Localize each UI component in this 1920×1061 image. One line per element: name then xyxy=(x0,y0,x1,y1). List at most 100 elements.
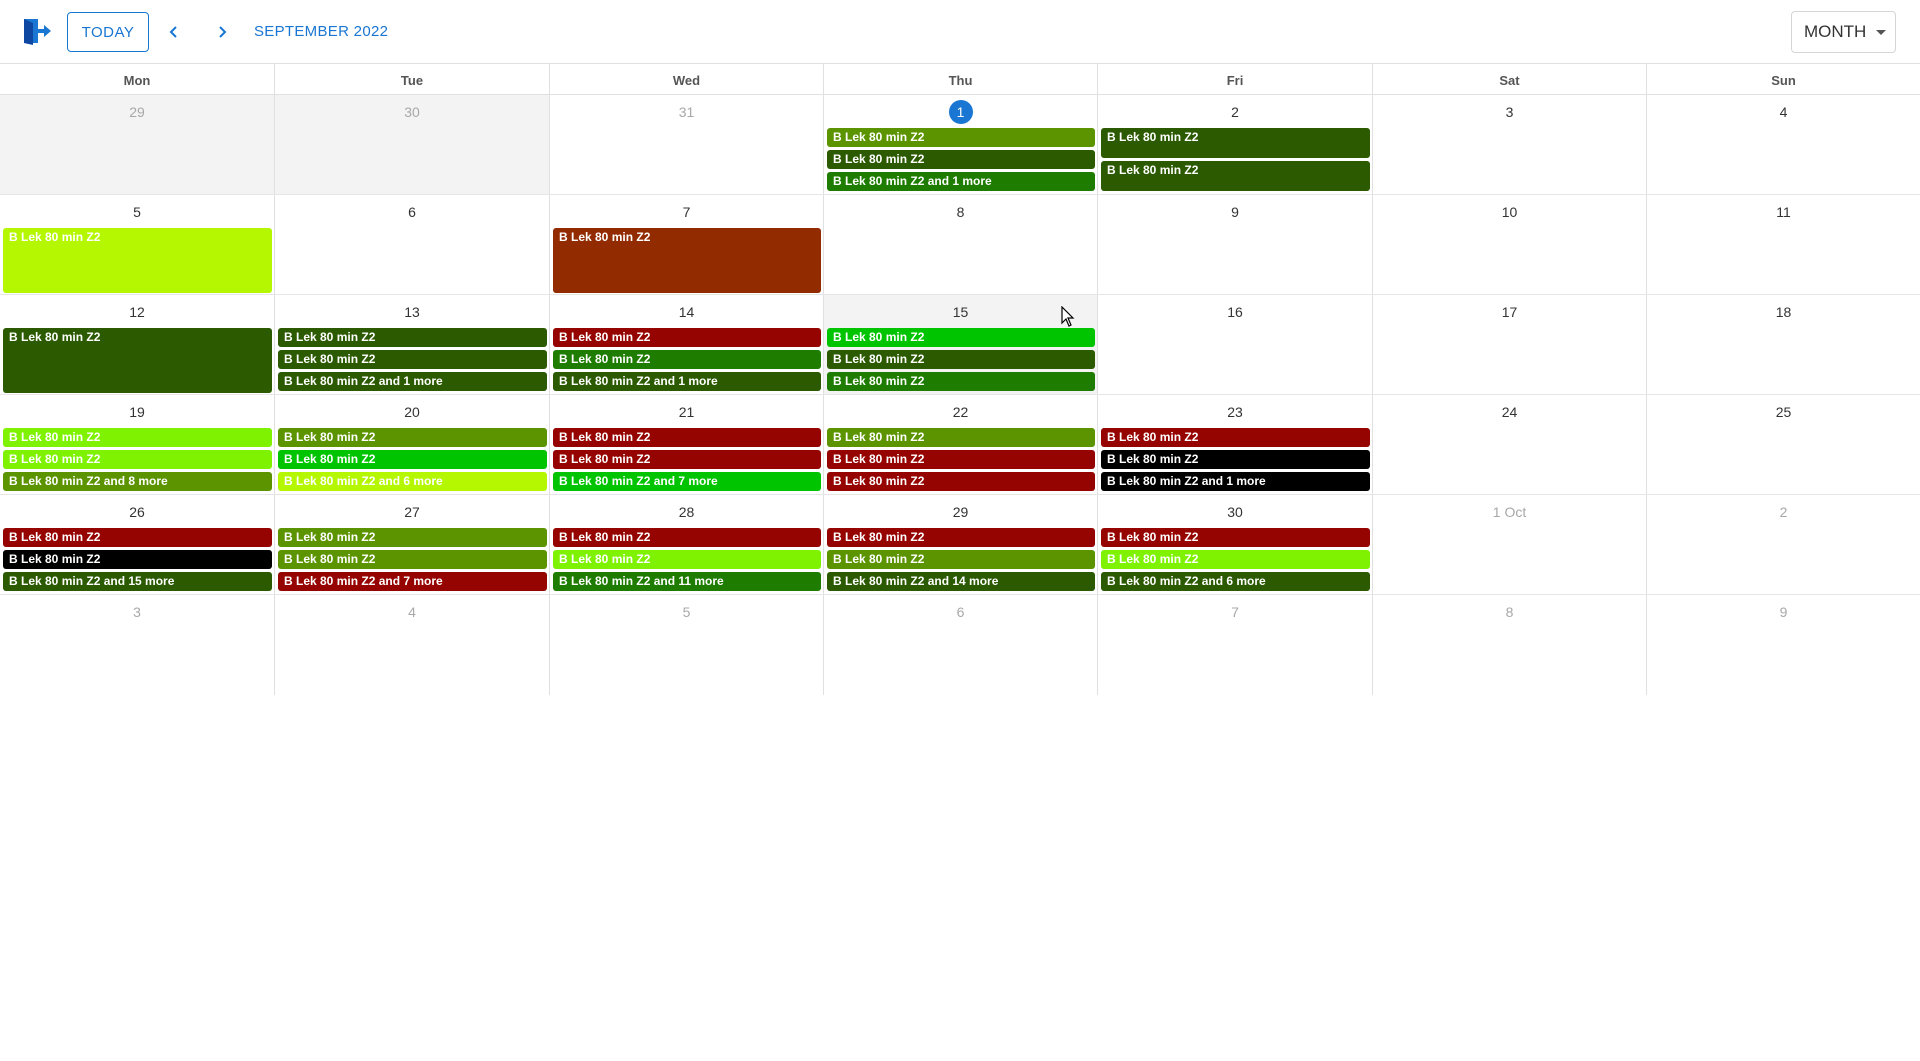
day-cell[interactable]: 25 xyxy=(1646,395,1920,494)
event-chip[interactable]: B Lek 80 min Z2 xyxy=(278,350,547,369)
event-chip[interactable]: B Lek 80 min Z2 xyxy=(3,228,272,293)
event-chip[interactable]: B Lek 80 min Z2 xyxy=(553,350,821,369)
day-cell[interactable]: 9 xyxy=(1097,195,1372,294)
event-chip[interactable]: B Lek 80 min Z2 xyxy=(3,428,272,447)
day-number[interactable]: 3 xyxy=(1373,103,1646,121)
day-number[interactable]: 2 xyxy=(1098,103,1372,121)
day-cell[interactable]: 1 Oct xyxy=(1372,495,1646,594)
event-chip[interactable]: B Lek 80 min Z2 xyxy=(1101,128,1370,158)
event-chip[interactable]: B Lek 80 min Z2 xyxy=(3,450,272,469)
event-chip[interactable]: B Lek 80 min Z2 xyxy=(827,328,1095,347)
event-chip[interactable]: B Lek 80 min Z2 xyxy=(3,550,272,569)
day-number[interactable]: 25 xyxy=(1647,403,1920,421)
day-cell[interactable]: 27 B Lek 80 min Z2 B Lek 80 min Z2 B Lek 80… xyxy=(274,495,549,594)
event-chip[interactable]: B Lek 80 min Z2 xyxy=(1101,161,1370,191)
event-chip[interactable]: B Lek 80 min Z2 xyxy=(1101,528,1370,547)
day-cell[interactable]: 7 xyxy=(1097,595,1372,695)
day-number[interactable]: 4 xyxy=(1647,103,1920,121)
day-cell[interactable]: 10 xyxy=(1372,195,1646,294)
day-number[interactable]: 2 xyxy=(1647,503,1920,521)
day-number[interactable]: 17 xyxy=(1373,303,1646,321)
day-number[interactable]: 30 xyxy=(1098,503,1372,521)
day-number[interactable]: 21 xyxy=(550,403,823,421)
event-chip[interactable]: B Lek 80 min Z2 xyxy=(827,350,1095,369)
day-cell[interactable]: 2 xyxy=(1646,495,1920,594)
day-number[interactable]: 27 xyxy=(275,503,549,521)
day-cell[interactable]: 20 B Lek 80 min Z2 B Lek 80 min Z2 B Lek 80… xyxy=(274,395,549,494)
event-chip[interactable]: B Lek 80 min Z2 xyxy=(553,550,821,569)
day-number[interactable]: 13 xyxy=(275,303,549,321)
day-cell[interactable]: 31 xyxy=(549,95,823,194)
event-chip-more[interactable]: B Lek 80 min Z2 and 1 more xyxy=(278,372,547,391)
day-cell[interactable]: 9 xyxy=(1646,595,1920,695)
event-chip-more[interactable]: B Lek 80 min Z2 and 7 more xyxy=(553,472,821,491)
day-cell[interactable]: 30 B Lek 80 min Z2 B Lek 80 min Z2 B Lek 80… xyxy=(1097,495,1372,594)
day-cell[interactable]: 18 xyxy=(1646,295,1920,394)
day-cell[interactable]: 2 B Lek 80 min Z2 B Lek 80 min Z2 xyxy=(1097,95,1372,194)
day-cell[interactable]: 23 B Lek 80 min Z2 B Lek 80 min Z2 B Lek 80… xyxy=(1097,395,1372,494)
exit-to-app-icon[interactable] xyxy=(22,16,52,46)
event-chip[interactable]: B Lek 80 min Z2 xyxy=(553,428,821,447)
day-number[interactable]: 20 xyxy=(275,403,549,421)
event-chip-more[interactable]: B Lek 80 min Z2 and 1 more xyxy=(553,372,821,391)
day-cell[interactable]: 22 B Lek 80 min Z2 B Lek 80 min Z2 B Lek 80… xyxy=(823,395,1097,494)
day-number[interactable]: 29 xyxy=(0,103,274,121)
event-chip-more[interactable]: B Lek 80 min Z2 and 1 more xyxy=(1101,472,1370,491)
day-number[interactable]: 7 xyxy=(550,203,823,221)
day-number[interactable]: 24 xyxy=(1373,403,1646,421)
day-cell[interactable]: 19 B Lek 80 min Z2 B Lek 80 min Z2 B Lek 80… xyxy=(0,395,274,494)
event-chip-more[interactable]: B Lek 80 min Z2 and 6 more xyxy=(278,472,547,491)
day-number[interactable]: 12 xyxy=(0,303,274,321)
day-number[interactable]: 28 xyxy=(550,503,823,521)
day-number[interactable]: 14 xyxy=(550,303,823,321)
day-cell[interactable]: 26 B Lek 80 min Z2 B Lek 80 min Z2 B Lek 80… xyxy=(0,495,274,594)
event-chip[interactable]: B Lek 80 min Z2 xyxy=(1101,450,1370,469)
today-date-badge[interactable]: 1 xyxy=(824,100,1097,124)
event-chip[interactable]: B Lek 80 min Z2 xyxy=(827,450,1095,469)
day-cell[interactable]: 8 xyxy=(1372,595,1646,695)
day-cell[interactable]: 1 B Lek 80 min Z2 B Lek 80 min Z2 B Lek 80 … xyxy=(823,95,1097,194)
day-number[interactable]: 8 xyxy=(1373,603,1646,621)
day-cell[interactable]: 16 xyxy=(1097,295,1372,394)
day-number[interactable]: 19 xyxy=(0,403,274,421)
day-cell[interactable]: 24 xyxy=(1372,395,1646,494)
event-chip[interactable]: B Lek 80 min Z2 xyxy=(553,450,821,469)
event-chip[interactable]: B Lek 80 min Z2 xyxy=(3,528,272,547)
today-button[interactable]: TODAY xyxy=(67,12,149,52)
day-number[interactable]: 22 xyxy=(824,403,1097,421)
day-cell[interactable]: 3 xyxy=(0,595,274,695)
day-cell[interactable]: 6 xyxy=(823,595,1097,695)
day-cell[interactable]: 8 xyxy=(823,195,1097,294)
day-number[interactable]: 15 xyxy=(824,303,1097,321)
day-cell[interactable]: 17 xyxy=(1372,295,1646,394)
day-number[interactable]: 26 xyxy=(0,503,274,521)
day-cell[interactable]: 7 B Lek 80 min Z2 xyxy=(549,195,823,294)
event-chip[interactable]: B Lek 80 min Z2 xyxy=(278,450,547,469)
event-chip[interactable]: B Lek 80 min Z2 xyxy=(827,472,1095,491)
event-chip[interactable]: B Lek 80 min Z2 xyxy=(1101,550,1370,569)
day-number[interactable]: 30 xyxy=(275,103,549,121)
day-cell[interactable]: 30 xyxy=(274,95,549,194)
day-cell[interactable]: 5 B Lek 80 min Z2 xyxy=(0,195,274,294)
day-cell[interactable]: 14 B Lek 80 min Z2 B Lek 80 min Z2 B Lek 80… xyxy=(549,295,823,394)
event-chip-more[interactable]: B Lek 80 min Z2 and 8 more xyxy=(3,472,272,491)
day-number[interactable]: 10 xyxy=(1373,203,1646,221)
previous-month-button[interactable] xyxy=(158,16,190,48)
day-cell[interactable]: 11 xyxy=(1646,195,1920,294)
event-chip-more[interactable]: B Lek 80 min Z2 and 14 more xyxy=(827,572,1095,591)
day-cell[interactable]: 29 xyxy=(0,95,274,194)
day-cell[interactable]: 13 B Lek 80 min Z2 B Lek 80 min Z2 B Lek 80… xyxy=(274,295,549,394)
day-number[interactable]: 8 xyxy=(824,203,1097,221)
event-chip[interactable]: B Lek 80 min Z2 xyxy=(553,228,821,293)
day-number[interactable]: 1 Oct xyxy=(1373,503,1646,521)
day-number[interactable]: 5 xyxy=(550,603,823,621)
day-cell[interactable]: 15 B Lek 80 min Z2 B Lek 80 min Z2 B Lek 80… xyxy=(823,295,1097,394)
event-chip[interactable]: B Lek 80 min Z2 xyxy=(278,328,547,347)
day-cell[interactable]: 6 xyxy=(274,195,549,294)
event-chip[interactable]: B Lek 80 min Z2 xyxy=(3,328,272,393)
day-number[interactable]: 16 xyxy=(1098,303,1372,321)
event-chip-more[interactable]: B Lek 80 min Z2 and 15 more xyxy=(3,572,272,591)
day-cell[interactable]: 3 xyxy=(1372,95,1646,194)
event-chip[interactable]: B Lek 80 min Z2 xyxy=(827,150,1095,169)
day-number[interactable]: 11 xyxy=(1647,203,1920,221)
